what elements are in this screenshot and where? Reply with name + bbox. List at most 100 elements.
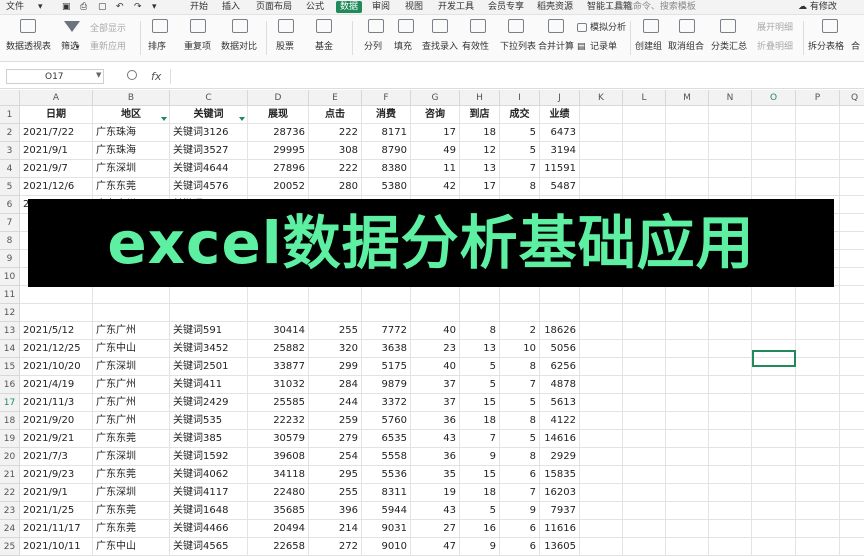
table-cell[interactable]: 13 [460, 160, 500, 178]
table-cell[interactable]: 6 [500, 538, 540, 556]
table-cell[interactable]: 广东中山 [93, 538, 170, 556]
table-cell[interactable]: 5 [500, 430, 540, 448]
table-cell[interactable]: 关键词4644 [170, 160, 248, 178]
empty-cell[interactable] [666, 304, 709, 322]
empty-cell[interactable] [752, 484, 796, 502]
table-cell[interactable]: 222 [309, 124, 362, 142]
collapse-detail-button[interactable]: 折叠明细 [757, 41, 793, 53]
chevron-down-icon[interactable]: ▾ [38, 0, 43, 14]
table-cell[interactable]: 43 [411, 430, 460, 448]
empty-cell[interactable] [623, 142, 666, 160]
table-cell[interactable]: 16203 [540, 484, 580, 502]
empty-cell[interactable] [709, 160, 752, 178]
table-cell[interactable]: 7 [500, 160, 540, 178]
empty-cell[interactable] [840, 466, 864, 484]
row-header[interactable]: 19 [0, 430, 20, 448]
table-cell[interactable]: 2021/10/11 [20, 538, 93, 556]
table-cell[interactable]: 9031 [362, 520, 411, 538]
empty-cell[interactable] [580, 178, 623, 196]
empty-cell[interactable] [623, 448, 666, 466]
table-cell[interactable]: 8 [460, 322, 500, 340]
data-compare-button[interactable]: 数据对比 [221, 41, 257, 53]
empty-cell[interactable] [709, 448, 752, 466]
table-cell[interactable] [20, 286, 93, 304]
table-cell[interactable]: 22658 [248, 538, 309, 556]
empty-cell[interactable] [623, 376, 666, 394]
menu-formula[interactable]: 公式 [306, 0, 324, 14]
empty-cell[interactable] [666, 376, 709, 394]
menu-developer[interactable]: 开发工具 [438, 0, 474, 14]
table-cell[interactable] [540, 304, 580, 322]
table-header-cell[interactable]: 地区 [93, 106, 170, 124]
empty-cell[interactable] [709, 502, 752, 520]
table-cell[interactable]: 25585 [248, 394, 309, 412]
row-header[interactable]: 21 [0, 466, 20, 484]
empty-cell[interactable] [752, 142, 796, 160]
table-cell[interactable]: 37 [411, 376, 460, 394]
empty-cell[interactable] [796, 520, 840, 538]
table-cell[interactable]: 25882 [248, 340, 309, 358]
table-cell[interactable]: 8790 [362, 142, 411, 160]
empty-cell[interactable] [709, 322, 752, 340]
empty-cell[interactable] [666, 430, 709, 448]
empty-cell[interactable] [796, 538, 840, 556]
empty-cell[interactable] [840, 124, 864, 142]
zoom-icon[interactable] [127, 70, 137, 80]
empty-cell[interactable] [666, 484, 709, 502]
table-cell[interactable]: 13 [460, 340, 500, 358]
empty-cell[interactable] [580, 304, 623, 322]
menu-file[interactable]: 文件 [6, 0, 24, 14]
table-cell[interactable] [309, 304, 362, 322]
row-header[interactable]: 22 [0, 484, 20, 502]
ungroup-button[interactable]: 取消组合 [668, 41, 704, 53]
table-cell[interactable]: 272 [309, 538, 362, 556]
table-cell[interactable]: 广东东莞 [93, 466, 170, 484]
table-cell[interactable]: 5056 [540, 340, 580, 358]
table-cell[interactable]: 2021/10/20 [20, 358, 93, 376]
consolidate-button[interactable]: 合并计算 [538, 41, 574, 53]
table-cell[interactable]: 11616 [540, 520, 580, 538]
empty-cell[interactable] [666, 142, 709, 160]
show-all-button[interactable]: 全部显示 [90, 23, 126, 35]
row-header[interactable]: 7 [0, 214, 20, 232]
column-header-b[interactable]: B [93, 90, 170, 106]
table-cell[interactable]: 广东广州 [93, 394, 170, 412]
table-cell[interactable]: 8 [500, 358, 540, 376]
empty-cell[interactable] [840, 484, 864, 502]
table-cell[interactable]: 广东深圳 [93, 160, 170, 178]
table-cell[interactable]: 42 [411, 178, 460, 196]
empty-cell[interactable] [796, 322, 840, 340]
empty-cell[interactable] [666, 520, 709, 538]
empty-cell[interactable] [666, 538, 709, 556]
table-cell[interactable]: 2021/9/23 [20, 466, 93, 484]
table-header-cell[interactable]: 消费 [362, 106, 411, 124]
table-cell[interactable] [411, 286, 460, 304]
table-cell[interactable]: 17 [460, 178, 500, 196]
table-cell[interactable] [500, 304, 540, 322]
table-cell[interactable]: 18 [460, 412, 500, 430]
empty-cell[interactable] [796, 376, 840, 394]
table-cell[interactable]: 320 [309, 340, 362, 358]
empty-cell[interactable] [623, 106, 666, 124]
table-cell[interactable] [248, 286, 309, 304]
table-cell[interactable]: 13605 [540, 538, 580, 556]
row-header[interactable]: 20 [0, 448, 20, 466]
table-cell[interactable]: 广东东莞 [93, 502, 170, 520]
empty-cell[interactable] [752, 448, 796, 466]
table-cell[interactable] [309, 286, 362, 304]
empty-cell[interactable] [796, 178, 840, 196]
table-cell[interactable]: 3638 [362, 340, 411, 358]
table-cell[interactable]: 259 [309, 412, 362, 430]
table-cell[interactable]: 20494 [248, 520, 309, 538]
column-header-k[interactable]: K [580, 90, 623, 106]
empty-cell[interactable] [796, 142, 840, 160]
empty-cell[interactable] [709, 124, 752, 142]
empty-cell[interactable] [796, 304, 840, 322]
empty-cell[interactable] [709, 412, 752, 430]
table-cell[interactable]: 关键词2501 [170, 358, 248, 376]
empty-cell[interactable] [580, 520, 623, 538]
table-cell[interactable]: 2021/11/3 [20, 394, 93, 412]
table-cell[interactable]: 8171 [362, 124, 411, 142]
empty-cell[interactable] [796, 124, 840, 142]
empty-cell[interactable] [580, 124, 623, 142]
